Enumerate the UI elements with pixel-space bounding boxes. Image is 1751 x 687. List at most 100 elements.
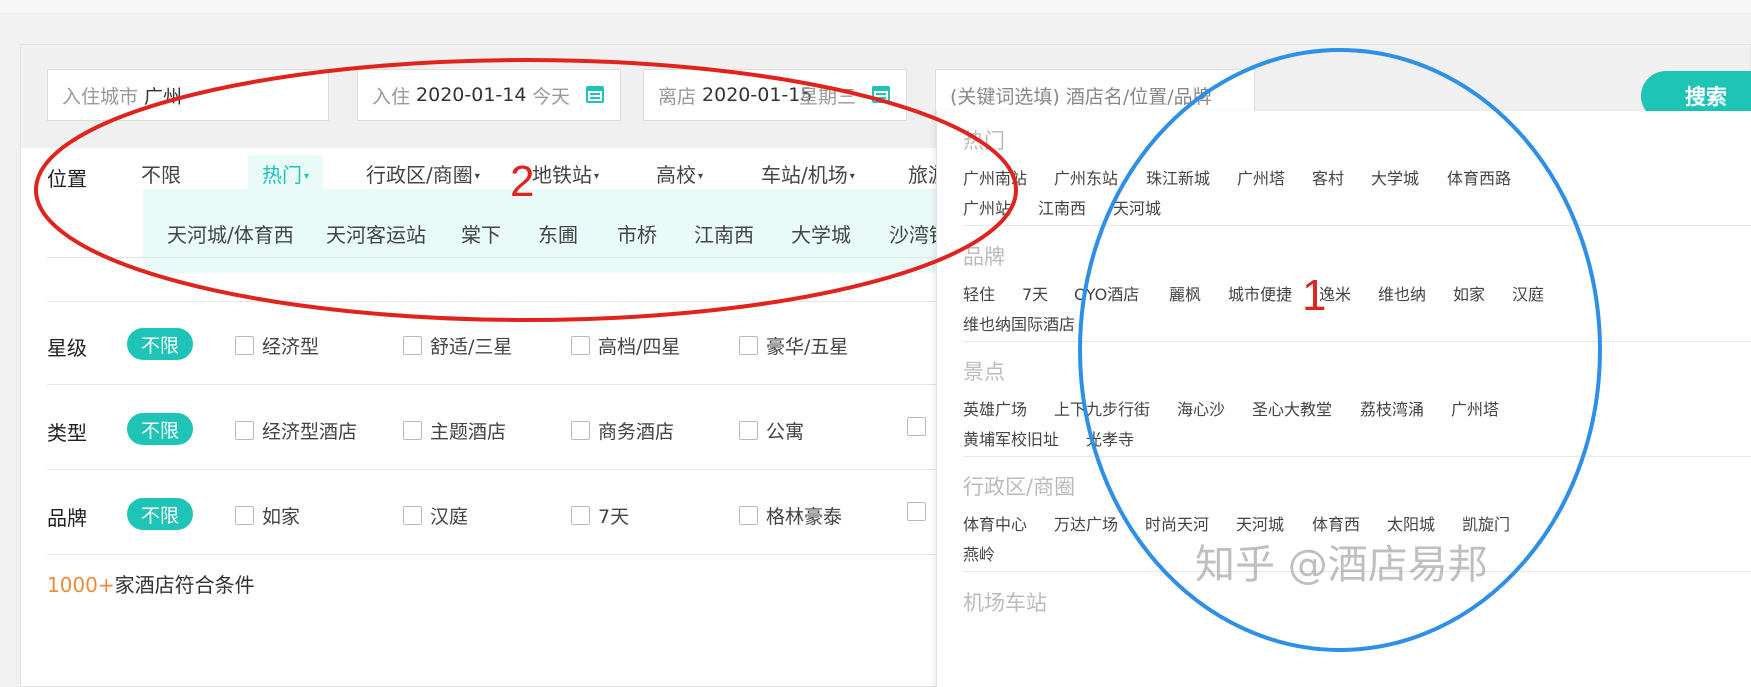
checkbox[interactable] [571, 506, 590, 525]
suggestion-item[interactable]: 海心沙 [1177, 396, 1225, 420]
suggestion-item[interactable]: 广州南站 [963, 165, 1027, 189]
calendar-icon[interactable] [872, 86, 890, 103]
type-option-apartment[interactable]: 公寓 [739, 417, 804, 444]
suggestion-item[interactable]: 上下九步行街 [1054, 396, 1150, 420]
brand-option-hanting[interactable]: 汉庭 [403, 502, 468, 529]
checkbox[interactable] [907, 417, 926, 436]
checkbox[interactable] [403, 506, 422, 525]
brand-option-rujia[interactable]: 如家 [235, 502, 300, 529]
suggestion-item[interactable]: 客村 [1312, 165, 1344, 189]
star-option-five[interactable]: 豪华/五星 [739, 332, 848, 359]
checkbox[interactable] [571, 336, 590, 355]
type-option-business[interactable]: 商务酒店 [571, 417, 674, 444]
type-option-economy[interactable]: 经济型酒店 [235, 417, 357, 444]
star-label: 星级 [47, 336, 87, 360]
calendar-icon[interactable] [586, 86, 604, 103]
suggestion-item[interactable]: 麗枫 [1169, 281, 1201, 305]
suggestion-item[interactable]: 广州东站 [1054, 165, 1118, 189]
tab-station-label: 车站/机场 [761, 163, 848, 187]
brand-option-more[interactable] [907, 502, 934, 521]
suggestion-item[interactable]: 万达广场 [1054, 511, 1118, 535]
tab-station[interactable]: 车站/机场 ▾ [761, 159, 855, 188]
suggestion-item[interactable]: 7天 [1022, 281, 1048, 305]
suggestion-item[interactable]: 珠江新城 [1146, 165, 1210, 189]
suggestion-item[interactable]: 大学城 [1371, 165, 1419, 189]
hot-location-item[interactable]: 江南西 [694, 219, 754, 248]
tab-subway[interactable]: 地铁站 ▾ [532, 159, 599, 188]
type-option-theme[interactable]: 主题酒店 [403, 417, 506, 444]
suggestion-item[interactable]: 逸米 [1319, 281, 1351, 305]
checkbox[interactable] [739, 336, 758, 355]
section-title-hot: 热门 [963, 129, 1005, 153]
hot-location-item[interactable]: 市桥 [617, 219, 657, 248]
suggestion-item[interactable]: 圣心大教堂 [1252, 396, 1332, 420]
checkbox[interactable] [235, 336, 254, 355]
suggestion-item[interactable]: 维也纳国际酒店 [963, 311, 1075, 335]
divider [963, 341, 1751, 342]
keyword-suggestion-dropdown: 热门 广州南站 广州东站 珠江新城 广州塔 客村 大学城 体育西路 广州站 江南… [936, 111, 1751, 687]
star-unlimited-button[interactable]: 不限 [127, 328, 193, 360]
divider [963, 456, 1751, 457]
suggestion-item[interactable]: 广州塔 [1451, 396, 1499, 420]
divider [47, 301, 1047, 302]
suggestion-item[interactable]: 广州塔 [1237, 165, 1285, 189]
option-label: 如家 [262, 506, 301, 528]
suggestion-item[interactable]: 燕岭 [963, 541, 995, 565]
suggestion-item[interactable]: 体育西路 [1447, 165, 1511, 189]
type-label: 类型 [47, 421, 87, 445]
city-field[interactable]: 入住城市 广州 [47, 69, 329, 121]
option-label: 主题酒店 [430, 421, 507, 443]
checkbox[interactable] [739, 421, 758, 440]
brand-unlimited-button[interactable]: 不限 [127, 498, 193, 530]
star-option-economy[interactable]: 经济型 [235, 332, 319, 359]
checkbox[interactable] [403, 336, 422, 355]
checkbox[interactable] [907, 502, 926, 521]
suggestion-item[interactable]: 城市便捷 [1228, 281, 1292, 305]
hot-location-item[interactable]: 大学城 [791, 219, 851, 248]
result-text: 家酒店符合条件 [114, 573, 255, 597]
brand-option-greentree[interactable]: 格林豪泰 [739, 502, 842, 529]
tab-university[interactable]: 高校 ▾ [656, 159, 703, 188]
brand-option-7days[interactable]: 7天 [571, 502, 629, 529]
hot-location-item[interactable]: 棠下 [461, 219, 501, 248]
checkin-field[interactable]: 入住 2020-01-14 今天 [357, 69, 621, 121]
tab-district[interactable]: 行政区/商圈 ▾ [366, 159, 480, 188]
type-option-more[interactable] [907, 417, 934, 436]
star-option-four[interactable]: 高档/四星 [571, 332, 680, 359]
result-count: 1000+ [47, 573, 115, 597]
checkout-field[interactable]: 离店 2020-01-15 星期三 [643, 69, 907, 121]
checkbox[interactable] [235, 421, 254, 440]
divider [47, 469, 1047, 470]
suggestion-item[interactable]: 江南西 [1038, 195, 1086, 219]
option-label: 商务酒店 [598, 421, 675, 443]
section-title-attractions: 景点 [963, 360, 1005, 384]
checkout-label: 离店 [658, 85, 697, 108]
hot-location-item[interactable]: 天河客运站 [326, 219, 426, 248]
tab-hot[interactable]: 热门 ▾ [248, 155, 324, 192]
suggestion-item[interactable]: 维也纳 [1378, 281, 1426, 305]
tab-unlimited[interactable]: 不限 [141, 159, 181, 188]
checkbox[interactable] [403, 421, 422, 440]
hot-location-item[interactable]: 东圃 [538, 219, 578, 248]
type-unlimited-button[interactable]: 不限 [127, 413, 193, 445]
divider [47, 257, 1047, 258]
suggestion-item[interactable]: 汉庭 [1512, 281, 1544, 305]
star-option-three[interactable]: 舒适/三星 [403, 332, 512, 359]
tab-subway-label: 地铁站 [532, 163, 592, 187]
suggestion-item[interactable]: OYO酒店 [1074, 281, 1139, 305]
suggestion-item[interactable]: 黄埔军校旧址 [963, 426, 1059, 450]
hot-location-item[interactable]: 天河城/体育西 [167, 219, 294, 248]
tab-hot-label: 热门 [262, 163, 302, 187]
checkbox[interactable] [739, 506, 758, 525]
suggestion-item[interactable]: 荔枝湾涌 [1360, 396, 1424, 420]
suggestion-item[interactable]: 天河城 [1113, 195, 1161, 219]
suggestion-item[interactable]: 光孝寺 [1086, 426, 1134, 450]
suggestion-item[interactable]: 英雄广场 [963, 396, 1027, 420]
suggestion-item[interactable]: 体育中心 [963, 511, 1027, 535]
checkbox[interactable] [235, 506, 254, 525]
suggestion-item[interactable]: 广州站 [963, 195, 1011, 219]
divider [963, 225, 1751, 226]
checkbox[interactable] [571, 421, 590, 440]
suggestion-item[interactable]: 轻住 [963, 281, 995, 305]
suggestion-item[interactable]: 如家 [1453, 281, 1485, 305]
